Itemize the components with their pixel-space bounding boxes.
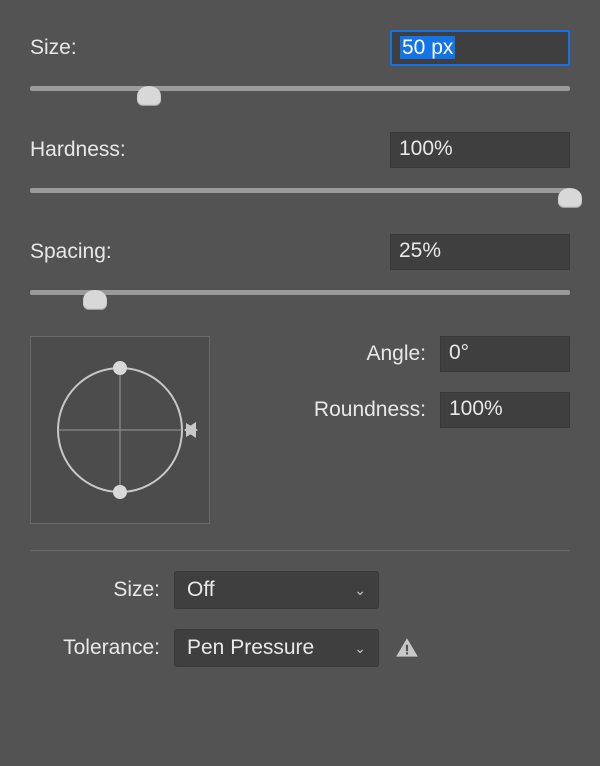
hardness-input[interactable]: 100% (390, 132, 570, 168)
spacing-slider-thumb[interactable] (83, 290, 107, 310)
spacing-label: Spacing: (30, 240, 112, 264)
divider (30, 550, 570, 551)
roundness-handle-bottom[interactable] (113, 485, 127, 499)
hardness-label: Hardness: (30, 138, 126, 162)
tolerance-value: Pen Pressure (187, 636, 314, 660)
spacing-slider[interactable] (30, 284, 570, 312)
dynamics-size-row: Size: Off ⌄ (30, 571, 570, 609)
brush-angle-widget[interactable] (30, 336, 210, 524)
hardness-value: 100% (399, 137, 453, 160)
angle-fields: Angle: 0° Roundness: 100% (210, 336, 570, 448)
size-input[interactable]: 50 px (390, 30, 570, 66)
roundness-input[interactable]: 100% (440, 392, 570, 428)
spacing-slider-track (30, 290, 570, 295)
tolerance-dropdown[interactable]: Pen Pressure ⌄ (174, 629, 379, 667)
dynamics-size-label: Size: (30, 578, 160, 602)
spacing-value: 25% (399, 239, 441, 262)
size-slider-track (30, 86, 570, 91)
angle-roundness-diagram[interactable] (40, 350, 200, 510)
chevron-down-icon: ⌄ (354, 640, 366, 657)
size-slider-thumb[interactable] (137, 86, 161, 106)
chevron-down-icon: ⌄ (354, 582, 366, 599)
angle-roundness-block: Angle: 0° Roundness: 100% (30, 336, 570, 524)
size-slider[interactable] (30, 80, 570, 108)
dynamics-size-value: Off (187, 578, 215, 602)
hardness-slider-track (30, 188, 570, 193)
hardness-row: Hardness: 100% (30, 132, 570, 168)
angle-label: Angle: (366, 342, 426, 366)
warning-icon (393, 634, 421, 662)
spacing-input[interactable]: 25% (390, 234, 570, 270)
hardness-slider-thumb[interactable] (558, 188, 582, 208)
roundness-handle-top[interactable] (113, 361, 127, 375)
roundness-row: Roundness: 100% (234, 392, 570, 428)
angle-value: 0° (449, 341, 469, 364)
size-value: 50 px (400, 36, 455, 59)
tolerance-row: Tolerance: Pen Pressure ⌄ (30, 629, 570, 667)
size-label: Size: (30, 36, 77, 60)
size-row: Size: 50 px (30, 30, 570, 66)
angle-input[interactable]: 0° (440, 336, 570, 372)
tolerance-label: Tolerance: (30, 636, 160, 660)
roundness-value: 100% (449, 397, 503, 420)
hardness-slider[interactable] (30, 182, 570, 210)
dynamics-size-dropdown[interactable]: Off ⌄ (174, 571, 379, 609)
roundness-label: Roundness: (314, 398, 426, 422)
angle-row: Angle: 0° (234, 336, 570, 372)
spacing-row: Spacing: 25% (30, 234, 570, 270)
